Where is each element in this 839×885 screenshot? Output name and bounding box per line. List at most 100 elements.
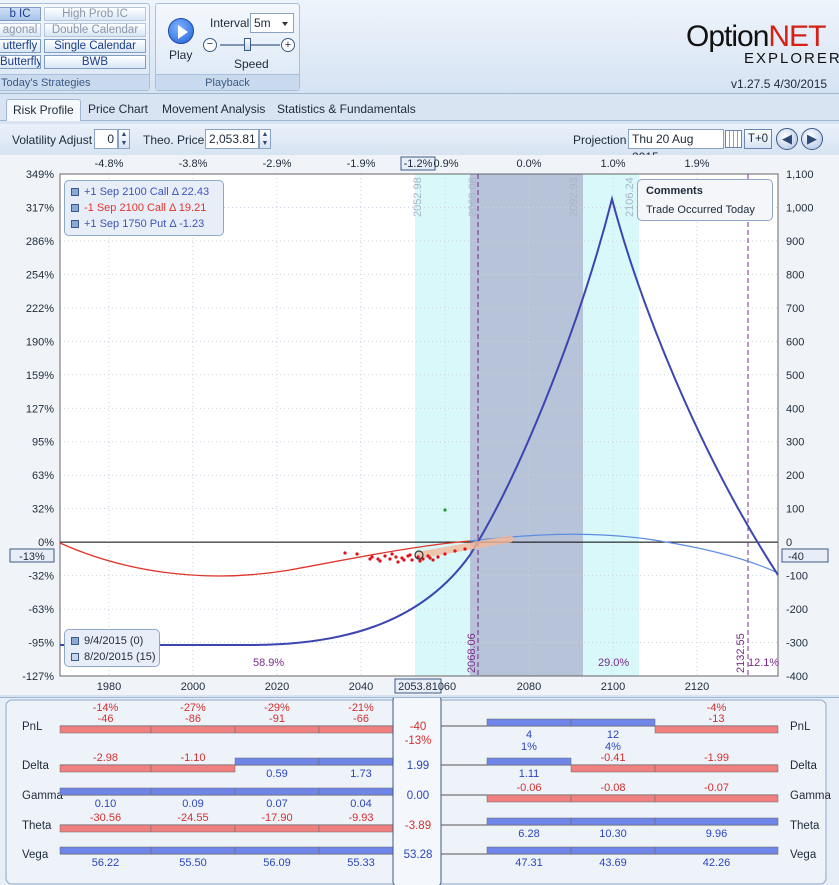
- greek-bar: [150, 824, 236, 833]
- strategy-button-bwb[interactable]: BWB: [44, 55, 146, 69]
- greek-value: 47.31: [515, 857, 543, 869]
- left-tick-label: 0%: [38, 537, 54, 549]
- left-tick-label: 190%: [26, 336, 54, 348]
- play-button[interactable]: [168, 18, 194, 44]
- interval-value: 5m: [254, 16, 271, 30]
- band-edge-label: 2052.98: [412, 177, 424, 217]
- probability-label: 29.0%: [598, 657, 629, 669]
- right-marker-label: -40: [788, 551, 804, 563]
- current-greek-value: -3.89: [405, 820, 431, 832]
- tab-movement-analysis[interactable]: Movement Analysis: [156, 99, 271, 121]
- x-tick-label: 2100: [601, 681, 625, 693]
- greek-value: 42.26: [703, 857, 731, 869]
- trade-dot: [343, 551, 347, 555]
- strategy-button-single-calendar[interactable]: Single Calendar: [44, 39, 146, 53]
- greek-bar: [59, 725, 152, 734]
- comments-box: Comments Trade Occurred Today: [637, 179, 773, 221]
- right-tick-label: -100: [786, 571, 808, 583]
- strategy-button-butterfly[interactable]: utterfly: [0, 39, 41, 53]
- tab-risk-profile[interactable]: Risk Profile: [6, 99, 81, 121]
- top-pct-label: -2.9%: [263, 158, 292, 170]
- risk-profile-svg[interactable]: 349% 317% 286% 254% 222% 190% 159% 127% 95% 63% 32…: [0, 155, 839, 695]
- strategy-button-double-calendar[interactable]: Double Calendar: [44, 23, 146, 37]
- top-pct-label: -3.8%: [179, 158, 208, 170]
- top-pct-label: 1.0%: [600, 158, 625, 170]
- right-tick-label: -200: [786, 604, 808, 616]
- greek-top-value: -4%: [707, 702, 727, 714]
- theo-price-label: Theo. Price: [143, 133, 205, 147]
- greek-bar: [486, 757, 572, 766]
- greek-bar: [654, 817, 779, 826]
- date-item-1[interactable]: 9/4/2015 (0): [71, 634, 143, 648]
- left-tick-label: 286%: [26, 236, 54, 248]
- trade-dot: [410, 558, 414, 562]
- greek-value: -0.07: [704, 782, 729, 794]
- date-item-2[interactable]: 8/20/2015 (15): [71, 650, 156, 664]
- strategy-button-butterfly-2[interactable]: Butterfly: [0, 55, 41, 69]
- comments-text: Trade Occurred Today: [646, 204, 755, 216]
- greek-bar: [234, 725, 320, 734]
- right-tick-label: 100: [786, 504, 804, 516]
- right-tick-label: -300: [786, 638, 808, 650]
- prev-arrow-icon[interactable]: ◀: [776, 128, 798, 150]
- greek-label-right: Vega: [790, 849, 817, 861]
- greek-bar: [570, 846, 656, 855]
- top-pct-label: 0.9%: [433, 158, 458, 170]
- greek-bar: [654, 725, 779, 734]
- greek-bar: [150, 846, 236, 855]
- calendar-icon[interactable]: [725, 130, 742, 148]
- right-tick-label: 600: [786, 336, 804, 348]
- tab-price-chart[interactable]: Price Chart: [82, 99, 154, 121]
- band-edge-label: 2106.24: [624, 177, 636, 217]
- theo-price-input[interactable]: 2,053.81: [205, 129, 259, 149]
- top-pct-label: -1.9%: [347, 158, 376, 170]
- greek-value: 56.09: [263, 857, 291, 869]
- greek-value: -91: [269, 713, 285, 725]
- greek-bar: [486, 794, 572, 803]
- speed-increase-button[interactable]: +: [281, 38, 295, 52]
- greek-bar: [150, 787, 236, 796]
- greek-bar: [570, 794, 656, 803]
- strategy-button-ic[interactable]: b IC: [0, 7, 41, 21]
- legend-square: [71, 188, 79, 196]
- x-tick-label: 2080: [517, 681, 541, 693]
- greek-bar: [59, 824, 152, 833]
- legend-item-3[interactable]: +1 Sep 1750 Put Δ -1.23: [71, 217, 204, 231]
- greek-label-right: PnL: [790, 721, 811, 733]
- trade-dot: [418, 559, 422, 563]
- greek-value: -0.08: [600, 782, 625, 794]
- speed-slider-thumb[interactable]: [244, 38, 251, 51]
- greek-value: -1.10: [180, 752, 205, 764]
- trade-dot: [453, 549, 457, 553]
- vol-adjust-input[interactable]: 0: [94, 129, 118, 149]
- greek-value: -30.56: [90, 812, 121, 824]
- greek-label-left: Vega: [22, 849, 49, 861]
- strategy-button-high-prob-ic[interactable]: High Prob IC: [44, 7, 146, 21]
- right-tick-label: 300: [786, 437, 804, 449]
- top-pct-label: -1.2%: [404, 158, 433, 170]
- greek-bar: [59, 764, 152, 773]
- greek-value: -24.55: [177, 812, 208, 824]
- control-bar: Volatility Adjust 0 ▲ ▼ Theo. Price 2,053…: [0, 124, 839, 164]
- greek-bar: [59, 787, 152, 796]
- greek-value: 0.10: [95, 798, 116, 810]
- projection-date-input[interactable]: Thu 20 Aug 2015: [628, 129, 724, 164]
- dates-legend: 9/4/2015 (0) 8/20/2015 (15): [64, 629, 160, 667]
- greek-value: -46: [98, 713, 114, 725]
- vol-adjust-spinner[interactable]: ▲ ▼: [118, 129, 130, 149]
- greek-label-right: Gamma: [790, 790, 832, 802]
- next-arrow-icon[interactable]: ▶: [801, 128, 823, 150]
- current-greek-value: 0.00: [407, 790, 429, 802]
- legend-item-1[interactable]: +1 Sep 2100 Call Δ 22.43: [71, 185, 209, 199]
- tplus-button[interactable]: T+0: [744, 129, 772, 149]
- greek-value: -1.99: [704, 752, 729, 764]
- legend-item-2[interactable]: -1 Sep 2100 Call Δ 19.21: [71, 201, 206, 215]
- speed-decrease-button[interactable]: −: [203, 38, 217, 52]
- x-tick-label: 2040: [349, 681, 373, 693]
- playback-group-title: Playback: [156, 74, 299, 90]
- risk-profile-chart[interactable]: 349% 317% 286% 254% 222% 190% 159% 127% 95% 63% 32…: [0, 155, 839, 695]
- tab-statistics[interactable]: Statistics & Fundamentals: [271, 99, 422, 121]
- theo-price-spinner[interactable]: ▲ ▼: [259, 129, 271, 149]
- interval-select[interactable]: 5m: [250, 13, 294, 33]
- strategy-button-diagonal[interactable]: agonal: [0, 23, 41, 37]
